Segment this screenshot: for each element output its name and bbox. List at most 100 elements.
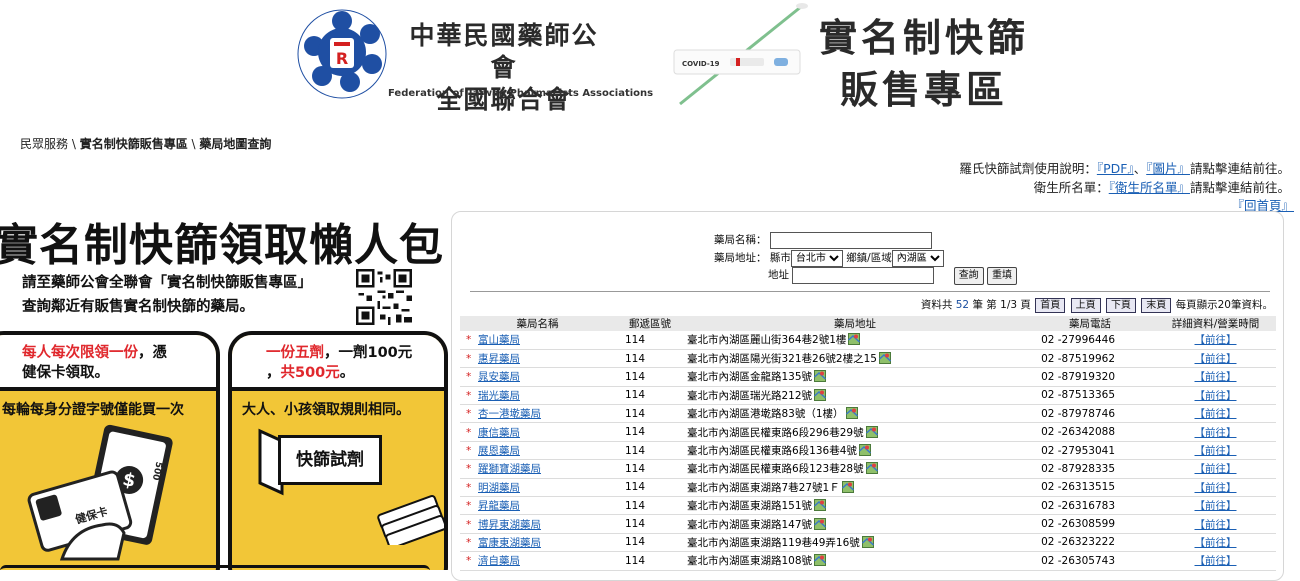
breadcrumb-separator: \ — [187, 137, 200, 151]
pharmacy-table: 藥局名稱 郵遞區號 藥局地址 藥局電話 詳細資料/營業時間 * 富山藥局 114 臺北… — [460, 316, 1276, 571]
svg-text:COVID-19: COVID-19 — [682, 60, 720, 68]
image-link[interactable]: 『圖片』 — [1146, 161, 1190, 176]
pharmacy-name-link[interactable]: 富康東湖藥局 — [478, 537, 541, 549]
pharmacy-address-label: 藥局地址： — [714, 252, 767, 264]
prev-page-button[interactable]: 上頁 — [1070, 298, 1101, 313]
query-button[interactable]: 查詢 — [953, 267, 984, 285]
map-icon[interactable] — [878, 352, 891, 365]
table-row: * 躍獅寶湖藥局 114 臺北市內湖區民權東路6段123巷28號 02 -8792833… — [460, 459, 1276, 479]
map-icon[interactable] — [814, 388, 827, 401]
phone-cell: 02 -87928335 — [1025, 459, 1155, 479]
promo-desc-line1: 請至藥師公會全聯會「實名制快篩販售專區」 — [22, 275, 312, 291]
pharmacy-name-link[interactable]: 博昇東湖藥局 — [478, 519, 541, 531]
comma: 、 — [1133, 161, 1147, 176]
pharmacy-name-link[interactable]: 濟自藥局 — [478, 555, 520, 567]
table-body: * 富山藥局 114 臺北市內湖區麗山街364巷2號1樓 02 -27996446 【前往… — [460, 331, 1276, 571]
detail-link[interactable]: 【前往】 — [1195, 334, 1237, 346]
promo-description: 請至藥師公會全聯會「實名制快篩販售專區」 查詢鄰近有販售實名制快篩的藥局。 — [22, 271, 352, 319]
address-text: 臺北市內湖區民權東路6段136巷4號 — [687, 445, 857, 458]
card1-headline-rest: ，憑 — [138, 345, 167, 361]
map-icon[interactable] — [814, 370, 827, 383]
map-icon[interactable] — [845, 407, 858, 420]
pharmacy-name-link[interactable]: 晁安藥局 — [478, 371, 520, 383]
district-select[interactable]: 內湖區 — [891, 250, 944, 267]
map-icon[interactable] — [841, 480, 854, 493]
first-page-button[interactable]: 首頁 — [1035, 298, 1066, 313]
detail-link[interactable]: 【前往】 — [1195, 555, 1237, 567]
map-icon[interactable] — [858, 444, 871, 457]
phone-cell: 02 -26305743 — [1025, 551, 1155, 571]
test-strips-icon — [377, 495, 444, 545]
pharmacy-name-cell: * 晁安藥局 — [460, 367, 615, 387]
clinic-list-link[interactable]: 『衛生所名單』 — [1109, 180, 1190, 195]
next-page-button[interactable]: 下頁 — [1105, 298, 1136, 313]
pharmacy-name-link[interactable]: 展恩藥局 — [478, 445, 520, 457]
divider — [470, 291, 1270, 292]
detail-link[interactable]: 【前往】 — [1195, 353, 1237, 365]
pharmacy-name-link[interactable]: 明湖藥局 — [478, 482, 520, 494]
map-icon[interactable] — [865, 425, 878, 438]
district-label: 鄉鎮/區域 — [846, 252, 892, 264]
pdf-link[interactable]: 『PDF』 — [1097, 161, 1134, 176]
table-header-row: 藥局名稱 郵遞區號 藥局地址 藥局電話 詳細資料/營業時間 — [460, 316, 1276, 331]
detail-cell: 【前往】 — [1155, 496, 1276, 516]
detail-link[interactable]: 【前往】 — [1195, 371, 1237, 383]
detail-link[interactable]: 【前往】 — [1195, 445, 1237, 457]
address-text: 臺北市內湖區金龍路135號 — [687, 371, 813, 384]
address-text: 臺北市內湖區民權東路6段296巷29號 — [687, 426, 864, 439]
detail-link[interactable]: 【前往】 — [1195, 482, 1237, 494]
map-icon[interactable] — [814, 517, 827, 530]
col-header-phone: 藥局電話 — [1025, 316, 1155, 331]
detail-link[interactable]: 【前往】 — [1195, 500, 1237, 512]
pharmacy-name-input[interactable] — [769, 232, 932, 249]
zip-cell: 114 — [615, 533, 685, 553]
detail-link[interactable]: 【前往】 — [1195, 408, 1237, 420]
pharmacy-name-link[interactable]: 富山藥局 — [478, 334, 520, 346]
phone-cell: 02 -26313515 — [1025, 478, 1155, 498]
street-address-input[interactable] — [792, 267, 935, 284]
required-star-icon: * — [466, 353, 472, 366]
usage-info-line: 羅氏快篩試劑使用說明：『PDF』、『圖片』請點擊連結前往。 — [959, 158, 1290, 177]
detail-link[interactable]: 【前往】 — [1195, 537, 1237, 549]
last-page-button[interactable]: 末頁 — [1141, 298, 1172, 313]
map-icon[interactable] — [865, 462, 878, 475]
pharmacy-name-link[interactable]: 康信藥局 — [478, 427, 520, 439]
map-icon[interactable] — [861, 535, 874, 548]
breadcrumb-item-rapid-test[interactable]: 實名制快篩販售專區 — [80, 137, 188, 151]
detail-link[interactable]: 【前往】 — [1195, 390, 1237, 402]
banner-title-line2: 販售專區 — [839, 68, 1008, 112]
phone-cell: 02 -27996446 — [1025, 331, 1155, 350]
reset-button[interactable]: 重填 — [987, 267, 1018, 285]
county-select[interactable]: 台北市 — [790, 250, 843, 267]
col-header-zip: 郵遞區號 — [615, 316, 685, 331]
breadcrumb: 民眾服務 \ 實名制快篩販售專區 \ 藥局地圖查詢 — [20, 135, 271, 152]
table-row: * 展恩藥局 114 臺北市內湖區民權東路6段136巷4號 02 -27953041 【前… — [460, 441, 1276, 461]
detail-cell: 【前往】 — [1155, 459, 1276, 479]
pharmacy-name-link[interactable]: 杏一港墘藥局 — [478, 408, 541, 420]
map-icon[interactable] — [814, 554, 827, 567]
rapid-test-kit-box: 快篩試劑 — [278, 435, 382, 485]
detail-link[interactable]: 【前往】 — [1195, 463, 1237, 475]
pharmacy-name-cell: * 博昇東湖藥局 — [460, 514, 615, 534]
pharmacists-federation-logo-icon[interactable]: R — [292, 6, 398, 102]
current-page: 1/3 — [1000, 299, 1018, 311]
zip-cell: 114 — [615, 478, 685, 498]
detail-link[interactable]: 【前往】 — [1195, 519, 1237, 531]
breadcrumb-item-services[interactable]: 民眾服務 — [20, 137, 68, 151]
site-header: R 中華民國藥師公會 全國聯合會 Federation of Taiwan Ph… — [0, 0, 1300, 118]
pharmacy-name-link[interactable]: 昇龍藥局 — [478, 500, 520, 512]
five-tests-card: 一份五劑，一劑100元 ，共500元。 大人、小孩領取規則相同。 快篩試劑 — [228, 331, 448, 570]
address-cell: 臺北市內湖區東湖路7巷27號1Ｆ — [685, 478, 1025, 498]
detail-link[interactable]: 【前往】 — [1195, 427, 1237, 439]
required-star-icon: * — [466, 389, 472, 402]
detail-cell: 【前往】 — [1155, 533, 1276, 553]
map-icon[interactable] — [814, 499, 827, 512]
pharmacy-name-link[interactable]: 惠昇藥局 — [478, 353, 520, 365]
pharmacy-name-cell: * 昇龍藥局 — [460, 496, 615, 516]
map-icon[interactable] — [848, 333, 861, 346]
pharmacy-name-link[interactable]: 躍獅寶湖藥局 — [478, 463, 541, 475]
phone-cell: 02 -87513365 — [1025, 386, 1155, 406]
detail-cell: 【前往】 — [1155, 367, 1276, 387]
pharmacy-name-link[interactable]: 瑞光藥局 — [478, 390, 520, 402]
qr-code-icon[interactable] — [356, 269, 412, 325]
